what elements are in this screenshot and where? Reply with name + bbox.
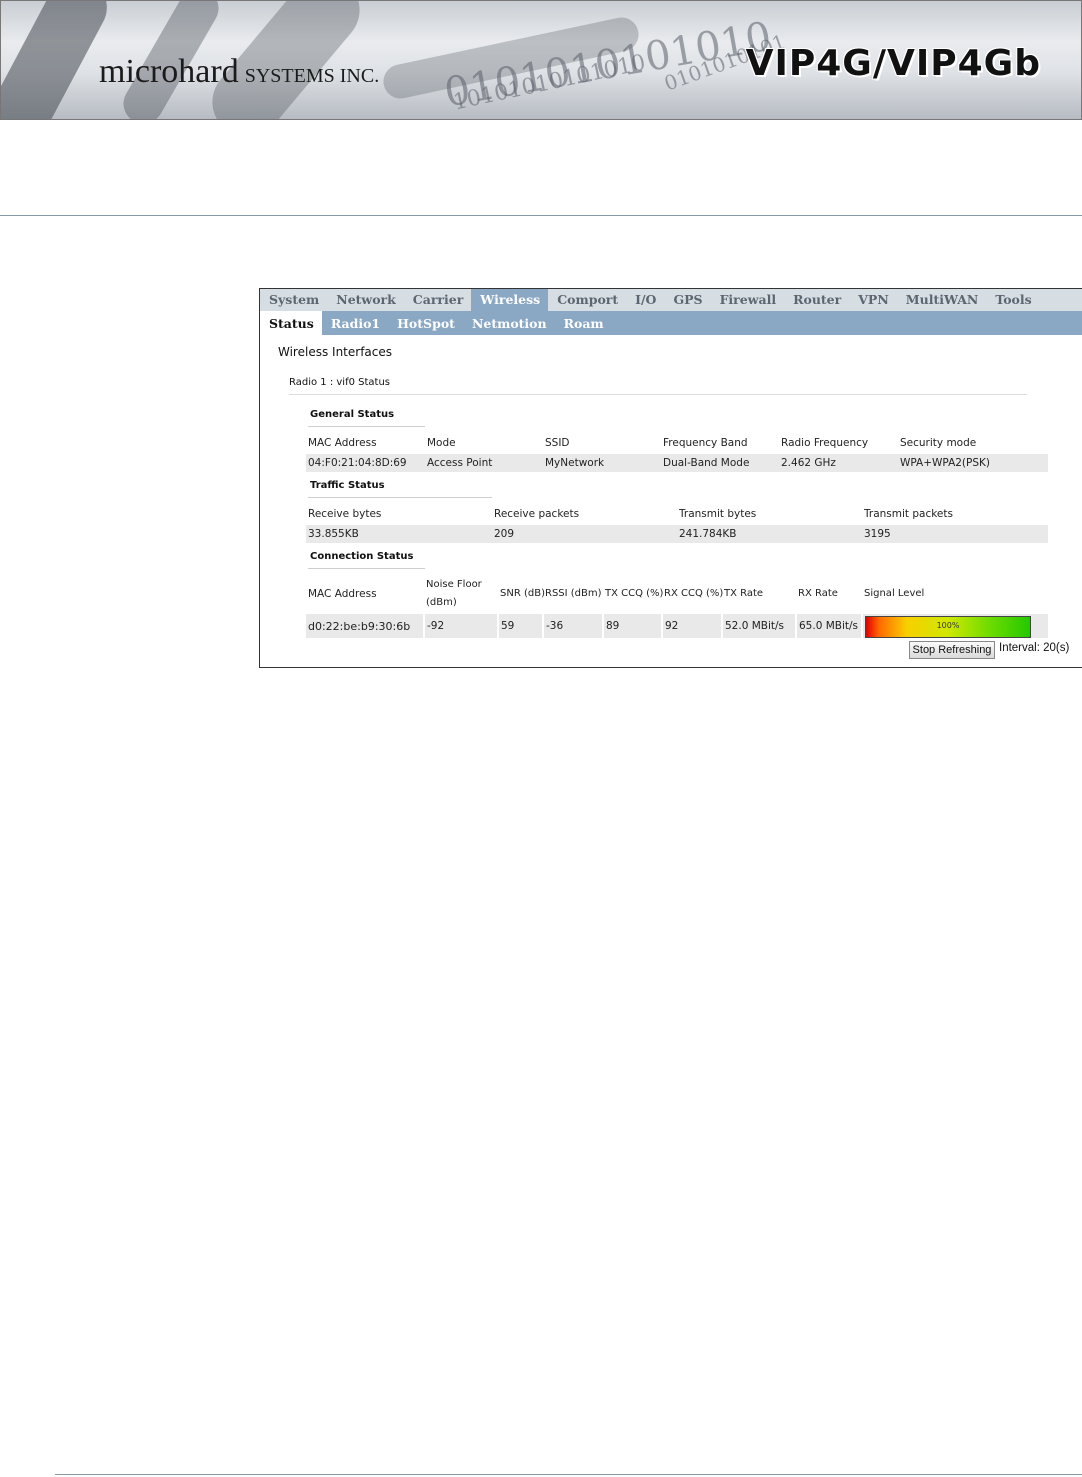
product-title: VIP4G/VIP4Gb bbox=[745, 43, 1041, 84]
traffic-label: Receive packets bbox=[494, 508, 580, 520]
signal-level-text: 100% bbox=[936, 621, 960, 630]
connection-label: RX CCQ (%) bbox=[664, 588, 724, 599]
client-mac-value: d0:22:be:b9:30:6b bbox=[308, 620, 411, 633]
brand-logo: microhard SYSTEMS INC. bbox=[99, 53, 379, 91]
footer-divider bbox=[55, 1474, 1082, 1475]
receive-bytes-value: 33.855KB bbox=[308, 528, 359, 540]
header-divider bbox=[0, 215, 1082, 216]
tab-carrier[interactable]: Carrier bbox=[404, 289, 472, 311]
traffic-label: Transmit bytes bbox=[679, 508, 757, 520]
frequency-band-value: Dual-Band Mode bbox=[663, 457, 750, 469]
brand-suffix: SYSTEMS INC. bbox=[244, 65, 380, 87]
tab-vpn[interactable]: VPN bbox=[849, 289, 897, 311]
tab-network[interactable]: Network bbox=[327, 289, 404, 311]
divider bbox=[289, 394, 1027, 395]
sub-navigation: Status Radio1 HotSpot Netmotion Roam bbox=[260, 311, 1082, 335]
noise-floor-value: -92 bbox=[427, 620, 445, 632]
divider bbox=[308, 497, 492, 498]
tab-io[interactable]: I/O bbox=[626, 289, 664, 311]
radio-status-heading: Radio 1 : vif0 Status bbox=[289, 377, 390, 388]
rx-ccq-value: 92 bbox=[665, 620, 679, 632]
general-label: SSID bbox=[545, 437, 570, 449]
snr-value: 59 bbox=[501, 620, 515, 632]
general-label: Security mode bbox=[900, 437, 977, 449]
traffic-label: Transmit packets bbox=[864, 508, 953, 520]
connection-label: Signal Level bbox=[864, 588, 925, 599]
tab-comport[interactable]: Comport bbox=[548, 289, 626, 311]
refresh-interval: Interval: 20(s) bbox=[999, 642, 1070, 654]
radio-frequency-value: 2.462 GHz bbox=[781, 457, 836, 469]
subtab-netmotion[interactable]: Netmotion bbox=[463, 311, 555, 335]
traffic-status-title: Traffic Status bbox=[310, 480, 385, 491]
document-banner: 0101010101010 10101010101010 0101010101 … bbox=[0, 0, 1082, 120]
connection-label: TX Rate bbox=[724, 588, 764, 599]
connection-label: MAC Address bbox=[308, 588, 377, 600]
stop-refreshing-button[interactable]: Stop Refreshing bbox=[909, 641, 995, 659]
tx-rate-value: 52.0 MBit/s bbox=[725, 620, 785, 632]
rx-rate-value: 65.0 MBit/s bbox=[799, 620, 859, 632]
general-status-title: General Status bbox=[310, 409, 395, 420]
general-label: Radio Frequency bbox=[781, 437, 869, 449]
connection-label: Noise Floor bbox=[426, 579, 482, 590]
mode-value: Access Point bbox=[427, 457, 493, 469]
rssi-value: -36 bbox=[546, 620, 564, 632]
general-label: MAC Address bbox=[308, 437, 377, 449]
subtab-roam[interactable]: Roam bbox=[555, 311, 612, 335]
wireless-status-screenshot: System Network Carrier Wireless Comport … bbox=[259, 288, 1082, 668]
connection-label: TX CCQ (%) bbox=[605, 588, 664, 599]
connection-label: (dBm) bbox=[426, 597, 457, 608]
receive-packets-value: 209 bbox=[494, 528, 515, 540]
brand-name: microhard bbox=[99, 53, 239, 90]
tab-tools[interactable]: Tools bbox=[986, 289, 1039, 311]
divider bbox=[308, 426, 425, 427]
subtab-status[interactable]: Status bbox=[260, 311, 322, 335]
top-navigation: System Network Carrier Wireless Comport … bbox=[260, 289, 1082, 311]
tab-firewall[interactable]: Firewall bbox=[711, 289, 785, 311]
page-title: Wireless Interfaces bbox=[278, 345, 392, 359]
tab-system[interactable]: System bbox=[260, 289, 327, 311]
tab-router[interactable]: Router bbox=[784, 289, 849, 311]
tab-multiwan[interactable]: MultiWAN bbox=[897, 289, 987, 311]
traffic-label: Receive bytes bbox=[308, 508, 382, 520]
connection-status-title: Connection Status bbox=[310, 551, 414, 562]
tab-wireless[interactable]: Wireless bbox=[471, 289, 549, 311]
general-label: Mode bbox=[427, 437, 456, 449]
tab-gps[interactable]: GPS bbox=[664, 289, 710, 311]
subtab-hotspot[interactable]: HotSpot bbox=[388, 311, 463, 335]
transmit-bytes-value: 241.784KB bbox=[679, 528, 737, 540]
transmit-packets-value: 3195 bbox=[864, 528, 891, 540]
divider bbox=[308, 568, 425, 569]
mac-address-value: 04:F0:21:04:8D:69 bbox=[308, 457, 407, 469]
subtab-radio1[interactable]: Radio1 bbox=[322, 311, 388, 335]
general-label: Frequency Band bbox=[663, 437, 748, 449]
ssid-value: MyNetwork bbox=[545, 457, 605, 469]
signal-level-bar: 100% bbox=[865, 616, 1031, 638]
connection-label: RSSI (dBm) bbox=[545, 588, 602, 599]
traffic-values-row bbox=[306, 525, 1048, 543]
connection-label: RX Rate bbox=[798, 588, 838, 599]
connection-label: SNR (dB) bbox=[500, 588, 545, 599]
tx-ccq-value: 89 bbox=[606, 620, 620, 632]
security-mode-value: WPA+WPA2(PSK) bbox=[900, 457, 991, 469]
